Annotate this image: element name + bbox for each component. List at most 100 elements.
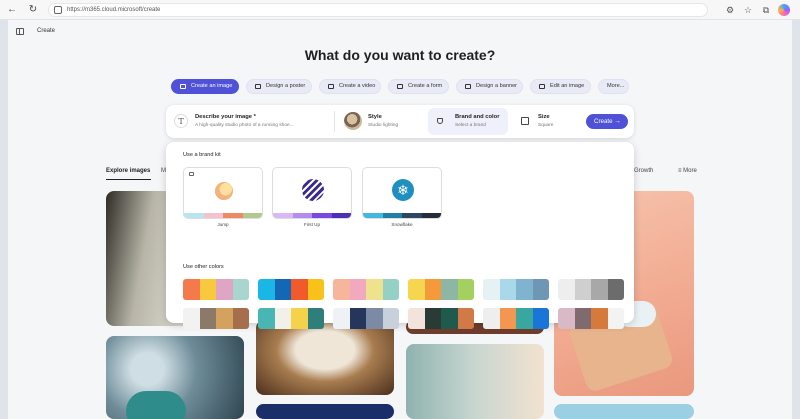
- size-title: Size: [538, 114, 550, 120]
- brand-kit-name: Jump: [217, 222, 229, 227]
- color-palette-option[interactable]: [258, 308, 324, 329]
- palette-swatch: [574, 308, 591, 329]
- more-actions-button[interactable]: More...: [598, 79, 629, 94]
- palette-swatch: [274, 308, 291, 329]
- create-button[interactable]: Create →: [586, 114, 628, 129]
- create-video-button[interactable]: Create a video: [319, 79, 381, 94]
- sidebar-toggle-icon[interactable]: [16, 28, 24, 35]
- edit-image-button[interactable]: Edit an image: [530, 79, 591, 94]
- palette-swatch: [183, 279, 200, 300]
- palette-swatch: [483, 279, 500, 300]
- palette-swatch: [574, 279, 591, 300]
- color-palette-option[interactable]: [333, 279, 399, 300]
- tab-explore-images[interactable]: Explore images: [106, 168, 150, 174]
- favorite-star-icon[interactable]: ☆: [743, 5, 753, 15]
- kit-color-strip: [184, 213, 262, 218]
- kit-swatch: [242, 213, 262, 218]
- palette-swatch: [607, 279, 624, 300]
- palette-swatch: [532, 279, 549, 300]
- size-icon: [521, 117, 529, 125]
- globe-shape: [126, 391, 186, 419]
- palette-swatch: [183, 308, 200, 329]
- design-banner-button[interactable]: Design a banner: [456, 79, 523, 94]
- color-palette-option[interactable]: [558, 279, 624, 300]
- palette-swatch: [258, 308, 275, 329]
- palette-swatch: [333, 279, 350, 300]
- create-form-button[interactable]: Create a form: [388, 79, 449, 94]
- color-palette-option[interactable]: [558, 308, 624, 329]
- color-palette-option[interactable]: [258, 279, 324, 300]
- tracking-prevention-icon[interactable]: ⚙: [725, 5, 735, 15]
- gallery-image[interactable]: [256, 320, 394, 395]
- color-palette-option[interactable]: [483, 279, 549, 300]
- size-value[interactable]: Square: [538, 123, 553, 128]
- arrow-left-icon[interactable]: ←: [6, 4, 18, 16]
- tab-growth[interactable]: Growth: [634, 168, 653, 174]
- create-button-label: Create: [594, 118, 613, 125]
- palette-swatch: [607, 308, 624, 329]
- brand-kit-first-up[interactable]: [272, 167, 352, 219]
- palette-swatch: [408, 308, 425, 329]
- prompt-bar: T Describe your image * A high-quality s…: [166, 105, 634, 138]
- palette-swatch: [424, 308, 441, 329]
- collections-icon[interactable]: ⧉: [761, 5, 771, 15]
- color-palette-option[interactable]: [183, 308, 249, 329]
- active-tab-indicator: [106, 179, 151, 180]
- gallery-image[interactable]: [554, 404, 694, 419]
- palette-swatch: [216, 308, 233, 329]
- create-image-label: Create an image: [191, 83, 233, 89]
- style-thumbnail[interactable]: [344, 112, 362, 130]
- color-palette-option[interactable]: [333, 308, 399, 329]
- create-form-label: Create a form: [408, 83, 443, 89]
- kit-color-strip: [363, 213, 441, 218]
- color-palette-option[interactable]: [408, 308, 474, 329]
- design-poster-button[interactable]: Design a poster: [246, 79, 312, 94]
- palette-swatch: [591, 279, 608, 300]
- describe-input[interactable]: A high-quality studio photo of a running…: [195, 123, 294, 128]
- palette-swatch: [441, 308, 458, 329]
- brand-kit-name: First Up: [303, 222, 321, 227]
- text-icon: T: [174, 114, 188, 128]
- kit-swatch: [312, 213, 332, 218]
- color-palette-option[interactable]: [408, 279, 474, 300]
- kit-swatch: [223, 213, 243, 218]
- tab-more[interactable]: ≡ More: [678, 168, 697, 174]
- style-value[interactable]: Studio lighting: [368, 123, 398, 128]
- form-icon: [397, 84, 403, 89]
- brand-value[interactable]: Select a brand: [455, 123, 486, 128]
- lock-icon: [54, 6, 62, 14]
- describe-title: Describe your image *: [195, 114, 256, 120]
- gallery-image[interactable]: [106, 336, 244, 419]
- url-text: https://m365.cloud.microsoft/create: [67, 7, 161, 13]
- gallery-image[interactable]: [256, 404, 394, 419]
- palette-swatch: [232, 279, 249, 300]
- address-bar[interactable]: https://m365.cloud.microsoft/create: [48, 3, 708, 17]
- style-title: Style: [368, 114, 382, 120]
- tab-more-label: More: [683, 168, 697, 174]
- kit-swatch: [184, 213, 204, 218]
- palette-swatch: [499, 308, 516, 329]
- palette-swatch: [558, 279, 575, 300]
- palette-swatch: [366, 279, 383, 300]
- palette-swatch: [516, 279, 533, 300]
- design-banner-label: Design a banner: [476, 83, 518, 89]
- create-image-button[interactable]: Create an image: [171, 79, 239, 94]
- palette-swatch: [382, 308, 399, 329]
- brand-kit-label: Use a brand kit: [183, 152, 221, 158]
- brand-kit-snowflake[interactable]: ❄: [362, 167, 442, 219]
- lock-icon: [189, 172, 194, 176]
- palette-swatch: [558, 308, 575, 329]
- app-title: Create: [37, 28, 56, 34]
- color-palette-option[interactable]: [183, 279, 249, 300]
- more-actions-label: More...: [607, 83, 625, 89]
- palette-swatch: [232, 308, 249, 329]
- copilot-icon[interactable]: [778, 4, 790, 16]
- gallery-image[interactable]: [406, 344, 544, 419]
- kit-swatch: [382, 213, 402, 218]
- kit-swatch: [331, 213, 351, 218]
- create-page: Create What do you want to create? Creat…: [8, 20, 792, 419]
- color-palette-option[interactable]: [483, 308, 549, 329]
- refresh-icon[interactable]: ↻: [27, 4, 39, 16]
- brand-kit-jump[interactable]: [183, 167, 263, 219]
- kit-swatch: [363, 213, 383, 218]
